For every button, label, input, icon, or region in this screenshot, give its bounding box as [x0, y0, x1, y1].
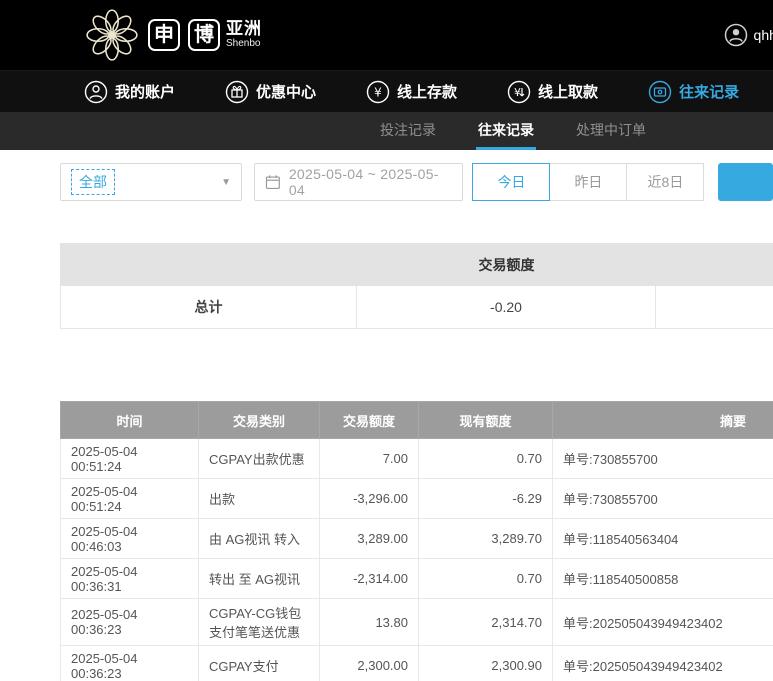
cell-summary: 单号:118540563404 [552, 518, 773, 559]
cell-balance: -6.29 [418, 478, 553, 519]
table-row: 2025-05-04 00:46:03 由 AG视讯 转入 3,289.00 3… [60, 518, 773, 559]
tab-processing-orders[interactable]: 处理中订单 [574, 112, 648, 150]
nav-label: 我的账户 [115, 84, 176, 101]
col-header-time: 时间 [60, 401, 199, 439]
cell-time: 2025-05-04 00:36:23 [60, 598, 199, 646]
user-account[interactable]: qhhw [724, 0, 773, 70]
calendar-icon [265, 175, 280, 189]
svg-text:¥: ¥ [374, 85, 382, 99]
table-row: 2025-05-04 00:51:24 CGPAY出款优惠 7.00 0.70 … [60, 438, 773, 479]
gift-icon [225, 80, 249, 103]
table-row: 2025-05-04 00:36:23 CGPAY-CG钱包支付笔笔送优惠 13… [60, 598, 773, 646]
summary-empty-cell [656, 286, 773, 329]
top-header: 申 博 亚洲 Shenbo qhhw [0, 0, 773, 70]
deposit-coin-icon: ¥ [366, 80, 390, 103]
table-row: 2025-05-04 00:36:31 转出 至 AG视讯 -2,314.00 … [60, 558, 773, 599]
summary-table: 交易额度 总计 -0.20 [60, 243, 773, 329]
cell-balance: 0.70 [418, 438, 553, 479]
nav-item-withdraw[interactable]: ¥ 线上取款 [507, 80, 598, 104]
tab-transaction-records[interactable]: 往来记录 [476, 112, 536, 150]
tab-label: 处理中订单 [576, 121, 646, 138]
date-range-value: 2025-05-04 ~ 2025-05-04 [288, 166, 439, 198]
tab-label: 投注记录 [380, 121, 436, 138]
cell-time: 2025-05-04 00:36:23 [60, 645, 199, 681]
summary-total-label: 总计 [60, 286, 357, 329]
last-8-days-button[interactable]: 近8日 [626, 163, 705, 201]
table-header-row: 时间 交易类别 交易额度 现有额度 摘要 [60, 401, 773, 439]
type-select[interactable]: 全部 ▼ [60, 163, 243, 201]
nav-item-promotions[interactable]: 优惠中心 [225, 80, 316, 104]
cell-amount: 13.80 [319, 598, 419, 646]
nav-item-my-account[interactable]: 我的账户 [84, 80, 175, 104]
svg-text:¥: ¥ [514, 86, 521, 99]
cell-type: 由 AG视讯 转入 [198, 518, 320, 559]
cell-balance: 2,300.90 [418, 645, 553, 681]
records-table: 时间 交易类别 交易额度 现有额度 摘要 2025-05-04 00:51:24… [60, 401, 773, 681]
account-icon [84, 80, 108, 103]
cell-summary: 单号:118540500858 [552, 558, 773, 599]
search-button[interactable] [718, 163, 773, 201]
cell-time: 2025-05-04 00:51:24 [60, 478, 199, 519]
cell-amount: 7.00 [319, 438, 419, 479]
brand-char-2: 博 [188, 19, 220, 51]
col-header-type: 交易类别 [198, 401, 320, 439]
brand-logo[interactable]: 申 博 亚洲 Shenbo [84, 7, 262, 63]
flower-logo-icon [86, 9, 138, 61]
cell-time: 2025-05-04 00:36:31 [60, 558, 199, 599]
col-header-balance: 现有额度 [418, 401, 553, 439]
cell-summary: 单号:730855700 [552, 438, 773, 479]
main-navigation: 我的账户 优惠中心 ¥ 线上存款 ¥ 线上取款 往来记录 [0, 70, 773, 112]
nav-label: 往来记录 [679, 84, 740, 101]
table-row: 2025-05-04 00:51:24 出款 -3,296.00 -6.29 单… [60, 478, 773, 519]
username: qhhw [753, 27, 773, 43]
tab-betting-records[interactable]: 投注记录 [378, 112, 438, 150]
table-row: 2025-05-04 00:36:23 CGPAY支付 2,300.00 2,3… [60, 645, 773, 681]
nav-item-deposit[interactable]: ¥ 线上存款 [366, 80, 457, 104]
cell-balance: 0.70 [418, 558, 553, 599]
cell-summary: 单号:730855700 [552, 478, 773, 519]
cell-type: 转出 至 AG视讯 [198, 558, 320, 599]
withdraw-coin-icon: ¥ [507, 80, 531, 103]
summary-header-row: 交易额度 [60, 243, 773, 286]
cell-time: 2025-05-04 00:51:24 [60, 438, 199, 479]
user-avatar-icon [724, 23, 747, 47]
filter-bar: 全部 ▼ 2025-05-04 ~ 2025-05-04 今日 昨日 近8日 [0, 150, 773, 201]
cell-balance: 3,289.70 [418, 518, 553, 559]
sub-navigation: 投注记录 往来记录 处理中订单 [0, 112, 773, 150]
cell-balance: 2,314.70 [418, 598, 553, 646]
nav-item-transaction-records[interactable]: 往来记录 [648, 80, 739, 104]
tab-label: 往来记录 [478, 121, 534, 138]
brand-subtitle: Shenbo [226, 38, 261, 50]
cell-type: 出款 [198, 478, 320, 519]
nav-label: 优惠中心 [256, 84, 317, 101]
type-select-value: 全部 [71, 169, 115, 195]
yesterday-button[interactable]: 昨日 [549, 163, 628, 201]
cell-amount: -2,314.00 [319, 558, 419, 599]
cell-type: CGPAY出款优惠 [198, 438, 320, 479]
records-icon [648, 80, 672, 103]
cell-summary: 单号:202505043949423402 [552, 645, 773, 681]
cell-type: CGPAY-CG钱包支付笔笔送优惠 [198, 598, 320, 646]
summary-total-row: 总计 -0.20 [60, 286, 773, 329]
summary-total-value: -0.20 [357, 286, 656, 329]
brand-char-1: 申 [148, 19, 180, 51]
cell-time: 2025-05-04 00:46:03 [60, 518, 199, 559]
caret-down-icon: ▼ [221, 176, 232, 188]
nav-label: 线上存款 [397, 84, 458, 101]
cell-amount: -3,296.00 [319, 478, 419, 519]
today-button[interactable]: 今日 [472, 163, 551, 201]
nav-label: 线上取款 [538, 84, 599, 101]
date-range-input[interactable]: 2025-05-04 ~ 2025-05-04 [254, 163, 464, 201]
quick-range-group: 今日 昨日 近8日 [472, 163, 705, 201]
cell-type: CGPAY支付 [198, 645, 320, 681]
col-header-amount: 交易额度 [319, 401, 419, 439]
col-header-summary: 摘要 [552, 401, 773, 439]
summary-header-amount: 交易额度 [478, 256, 535, 273]
cell-summary: 单号:202505043949423402 [552, 598, 773, 646]
cell-amount: 3,289.00 [319, 518, 419, 559]
cell-amount: 2,300.00 [319, 645, 419, 681]
brand-region: 亚洲 [226, 19, 262, 39]
